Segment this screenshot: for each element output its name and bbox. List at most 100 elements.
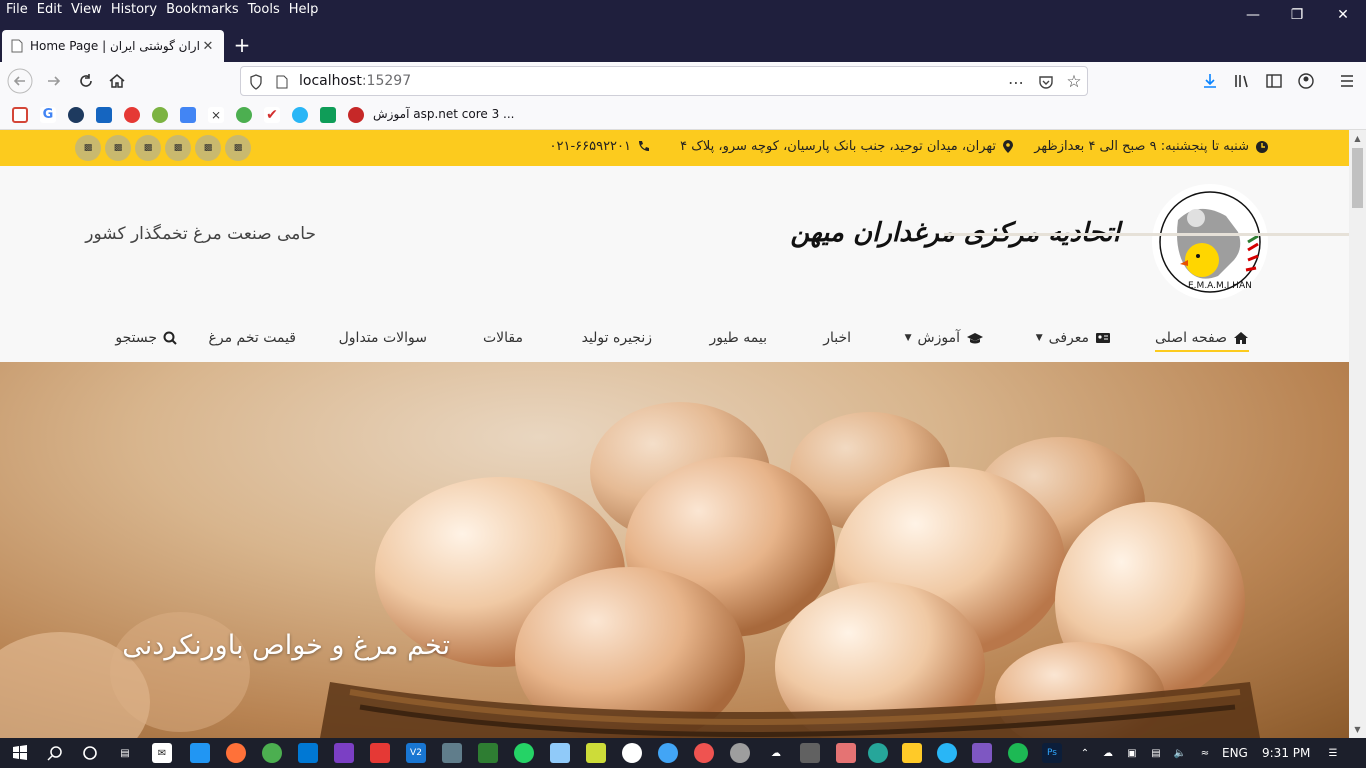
spotify-icon[interactable] — [1008, 743, 1028, 763]
app-green-icon[interactable] — [478, 743, 498, 763]
hero-slider[interactable]: تخم مرغ و خواص باورنکردنی — [0, 362, 1349, 738]
firefox-icon[interactable] — [226, 743, 246, 763]
visual-studio-icon[interactable] — [334, 743, 354, 763]
nav-faq[interactable]: سوالات متداول — [339, 330, 427, 346]
social-icon-1[interactable]: ▩ — [75, 135, 101, 161]
google-bookmark-icon[interactable]: G — [40, 107, 56, 123]
new-tab-button[interactable]: + — [230, 34, 254, 58]
site-logo[interactable]: E.M.A.M.I HAN — [1148, 180, 1272, 304]
bookmark-icon-6[interactable] — [152, 107, 168, 123]
page-info-icon[interactable] — [273, 73, 291, 91]
tray-chevron-icon[interactable]: ⌃ — [1075, 743, 1095, 763]
onedrive-icon[interactable]: ☁ — [1098, 743, 1118, 763]
nav-egg-price[interactable]: قیمت تخم مرغ — [209, 330, 297, 346]
social-icon-3[interactable]: ▩ — [135, 135, 161, 161]
soundcloud-icon[interactable]: ☁ — [766, 743, 786, 763]
notifications-icon[interactable]: ☰ — [1323, 743, 1343, 763]
home-button[interactable] — [103, 67, 131, 95]
bookmark-star-icon[interactable]: ☆ — [1065, 72, 1083, 92]
gmail-bookmark-icon[interactable] — [12, 107, 28, 123]
nav-search[interactable]: جستجو — [115, 330, 177, 346]
page-scrollbar[interactable]: ▲ ▼ — [1349, 130, 1366, 738]
menu-history[interactable]: History — [111, 2, 157, 17]
back-button[interactable] — [6, 67, 34, 95]
reload-button[interactable] — [72, 67, 100, 95]
vscode-icon[interactable] — [298, 743, 318, 763]
scrollbar-thumb[interactable] — [1352, 148, 1363, 208]
downloads-button[interactable] — [1196, 67, 1224, 95]
app-white-icon[interactable] — [622, 743, 642, 763]
translate-bookmark-icon[interactable] — [180, 107, 196, 123]
cortana-icon[interactable] — [80, 743, 100, 763]
clock-time[interactable]: 9:31 PM — [1262, 746, 1310, 760]
url-bar[interactable]: localhost:15297 ⋯ ☆ — [240, 66, 1088, 96]
language-indicator[interactable]: ENG — [1222, 746, 1248, 760]
checkmark-bookmark-icon[interactable]: ✔ — [264, 107, 280, 123]
wifi-icon[interactable]: ≈ — [1195, 743, 1215, 763]
close-window-button[interactable]: ✕ — [1320, 0, 1366, 30]
restore-button[interactable]: ❐ — [1274, 0, 1320, 30]
menu-bookmarks[interactable]: Bookmarks — [166, 2, 239, 17]
scroll-down-icon[interactable]: ▼ — [1349, 721, 1366, 738]
tab-home-page[interactable]: Home Page | اتحادیه مرغداران گوشتی ایران… — [2, 30, 224, 62]
app-menu-button[interactable] — [1333, 67, 1361, 95]
vs-code-blue-icon[interactable]: V2 — [406, 743, 426, 763]
notepad-icon[interactable] — [550, 743, 570, 763]
more-actions-icon[interactable]: ⋯ — [1007, 73, 1025, 92]
app-purple-icon[interactable] — [972, 743, 992, 763]
bookmark-icon-11[interactable] — [292, 107, 308, 123]
nav-production-chain[interactable]: زنجیره تولید — [582, 330, 652, 346]
mail-icon[interactable]: ✉ — [152, 743, 172, 763]
desktop-app-icon[interactable] — [190, 743, 210, 763]
menu-file[interactable]: File — [6, 2, 28, 17]
sidebar-button[interactable] — [1260, 67, 1288, 95]
bookmark-aspnet-core[interactable]: آموزش asp.net core 3 ... — [373, 107, 514, 121]
menu-view[interactable]: View — [71, 2, 102, 17]
notes-icon[interactable] — [586, 743, 606, 763]
bookmark-icon-13[interactable] — [348, 107, 364, 123]
minimize-button[interactable]: — — [1230, 0, 1276, 30]
search-icon[interactable] — [45, 743, 65, 763]
tray-app-icon[interactable]: ▣ — [1122, 743, 1142, 763]
calculator-icon[interactable] — [800, 743, 820, 763]
forward-button[interactable] — [40, 67, 68, 95]
network-icon[interactable]: ▤ — [1146, 743, 1166, 763]
nav-news[interactable]: اخبار — [823, 330, 851, 346]
pocket-icon[interactable] — [1037, 73, 1055, 91]
close-tab-icon[interactable]: ✕ — [200, 39, 216, 54]
menu-tools[interactable]: Tools — [248, 2, 280, 17]
social-icon-2[interactable]: ▩ — [105, 135, 131, 161]
app-pink-icon[interactable] — [836, 743, 856, 763]
menu-help[interactable]: Help — [289, 2, 319, 17]
nav-articles[interactable]: مقالات — [483, 330, 523, 346]
menu-edit[interactable]: Edit — [37, 2, 62, 17]
app-blue-icon[interactable] — [658, 743, 678, 763]
app-grey-icon[interactable] — [442, 743, 462, 763]
edge-icon[interactable] — [868, 743, 888, 763]
bookmark-icon-5[interactable] — [124, 107, 140, 123]
library-button[interactable] — [1228, 67, 1256, 95]
nav-home[interactable]: صفحه اصلی — [1154, 330, 1249, 352]
social-icon-5[interactable]: ▩ — [195, 135, 221, 161]
shield-icon[interactable] — [247, 73, 265, 91]
file-explorer-icon[interactable] — [902, 743, 922, 763]
bookmark-icon-9[interactable] — [236, 107, 252, 123]
volume-icon[interactable]: 🔈 — [1170, 743, 1190, 763]
account-button[interactable] — [1292, 67, 1320, 95]
bookmark-icon-8[interactable]: ⨯ — [208, 107, 224, 123]
task-view-icon[interactable]: ▤ — [115, 743, 135, 763]
nav-education[interactable]: آموزش ▼ — [905, 330, 984, 346]
paint-icon[interactable] — [730, 743, 750, 763]
bookmark-icon-3[interactable] — [68, 107, 84, 123]
windows-start-icon[interactable] — [10, 743, 30, 763]
nav-poultry-insurance[interactable]: بیمه طیور — [709, 330, 767, 346]
app-red-icon[interactable] — [370, 743, 390, 763]
nav-about[interactable]: معرفی ▼ — [1036, 330, 1111, 346]
bookmark-icon-4[interactable] — [96, 107, 112, 123]
social-icon-4[interactable]: ▩ — [165, 135, 191, 161]
telegram-icon[interactable] — [937, 743, 957, 763]
google-drive-bookmark-icon[interactable] — [320, 107, 336, 123]
app-red-round-icon[interactable] — [694, 743, 714, 763]
social-icon-6[interactable]: ▩ — [225, 135, 251, 161]
chrome-icon[interactable] — [262, 743, 282, 763]
